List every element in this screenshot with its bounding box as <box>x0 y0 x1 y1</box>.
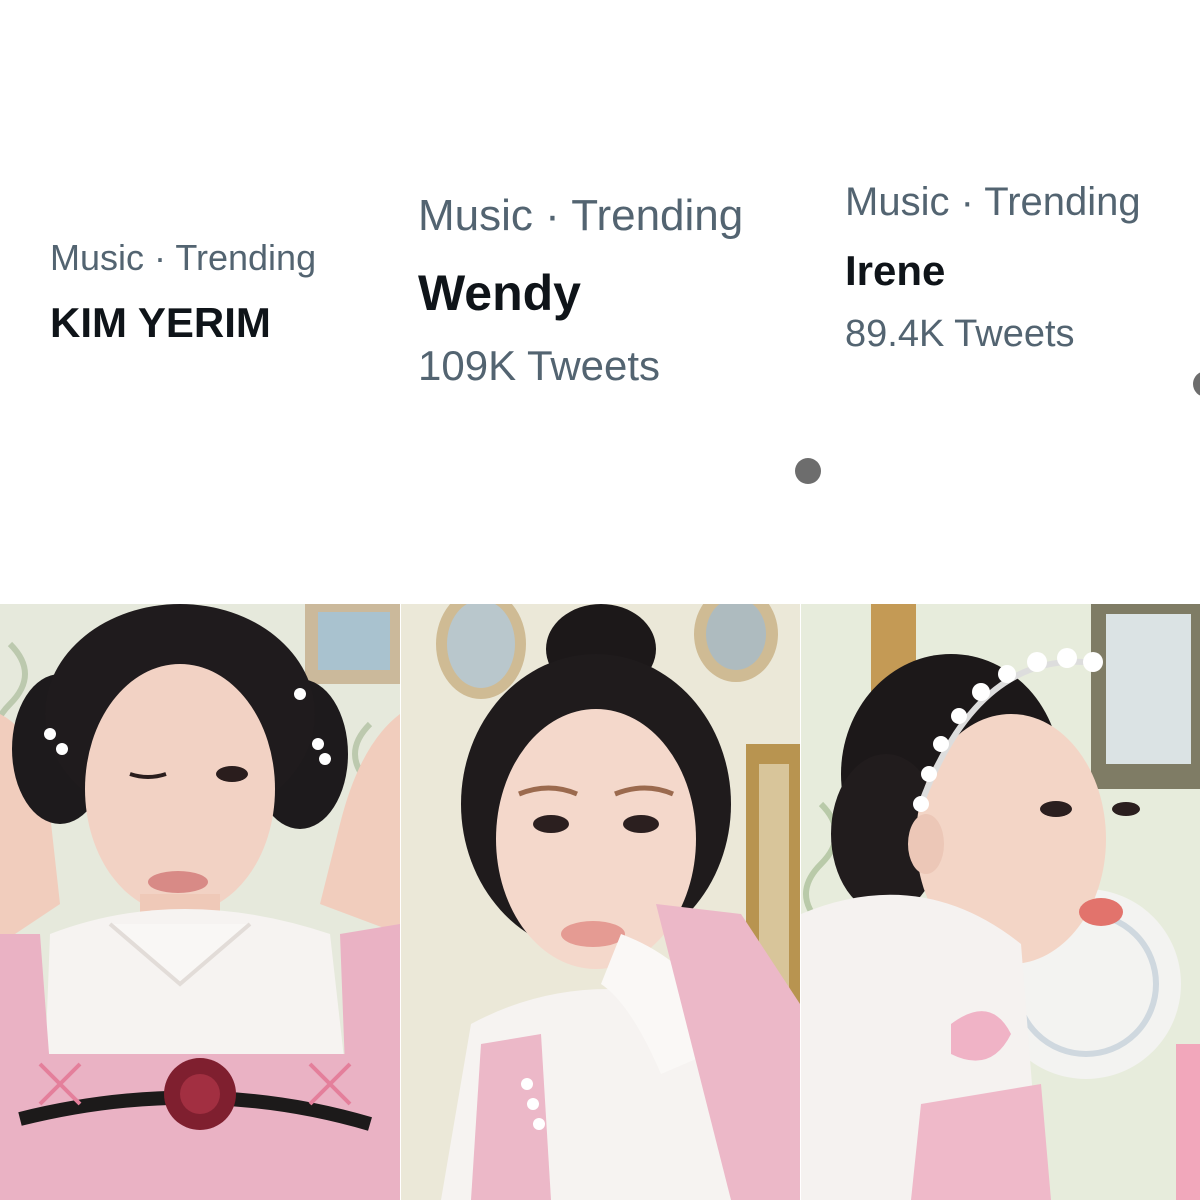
trend-category: Music · Trending <box>418 191 744 240</box>
photo-wendy <box>401 604 800 1200</box>
trend-item-wendy[interactable]: Music · Trending Wendy 109K Tweets <box>418 192 743 390</box>
trend-name: Irene <box>845 247 946 294</box>
trend-category: Music · Trending <box>50 237 317 278</box>
trend-category: Music · Trending <box>845 180 1141 224</box>
screenshot-collage: Music · Trending KIM YERIM Music · Trend… <box>0 0 1200 1200</box>
trend-name: KIM YERIM <box>50 299 271 346</box>
photo-yeri <box>0 604 400 1200</box>
photo-irene <box>801 604 1200 1200</box>
trend-name: Wendy <box>418 265 581 321</box>
trend-tweet-count: 109K Tweets <box>418 342 661 389</box>
trend-item-kim-yerim[interactable]: Music · Trending KIM YERIM <box>50 238 316 348</box>
trend-item-irene[interactable]: Music · Trending Irene 89.4K Tweets <box>845 180 1141 356</box>
trend-tweet-count: 89.4K Tweets <box>845 313 1075 355</box>
more-options-icon[interactable] <box>795 458 821 484</box>
more-options-icon[interactable] <box>1193 371 1200 397</box>
